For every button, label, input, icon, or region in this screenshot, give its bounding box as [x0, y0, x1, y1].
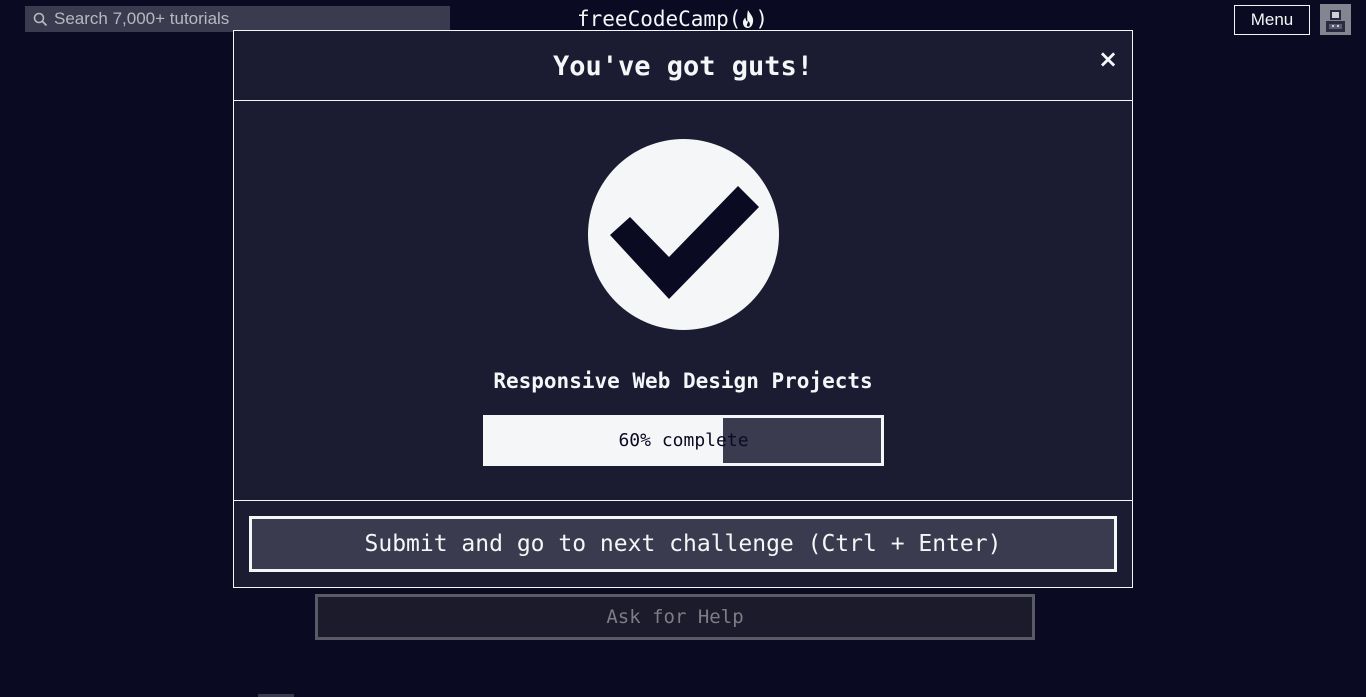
search-input[interactable] [48, 7, 438, 31]
completion-modal: You've got guts! × Responsive Web Design… [233, 30, 1133, 588]
flame-icon [743, 10, 754, 28]
menu-button[interactable]: Menu [1234, 5, 1310, 35]
progress-label-end: ete [716, 430, 749, 451]
user-avatar-icon [1320, 4, 1351, 35]
ask-for-help-button[interactable]: Ask for Help [315, 594, 1035, 640]
checkmark-icon [588, 139, 779, 330]
modal-title: You've got guts! [552, 51, 814, 82]
progress-label-start: 60% compl [618, 430, 717, 451]
logo-paren-open: ( [728, 7, 742, 31]
search-box[interactable] [25, 6, 450, 32]
search-icon [33, 12, 48, 26]
avatar[interactable] [1320, 4, 1351, 35]
progress-label: 60% compl ete [486, 418, 881, 463]
logo-text: freeCodeCamp [577, 7, 729, 31]
close-button[interactable]: × [1096, 47, 1120, 71]
submit-next-challenge-button[interactable]: Submit and go to next challenge (Ctrl + … [249, 516, 1117, 572]
logo-paren-close: ) [755, 7, 769, 31]
modal-header: You've got guts! × [234, 31, 1132, 101]
superblock-title: Responsive Web Design Projects [493, 369, 873, 393]
progress-bar: 60% compl ete [483, 415, 884, 466]
modal-footer: Submit and go to next challenge (Ctrl + … [234, 500, 1132, 587]
